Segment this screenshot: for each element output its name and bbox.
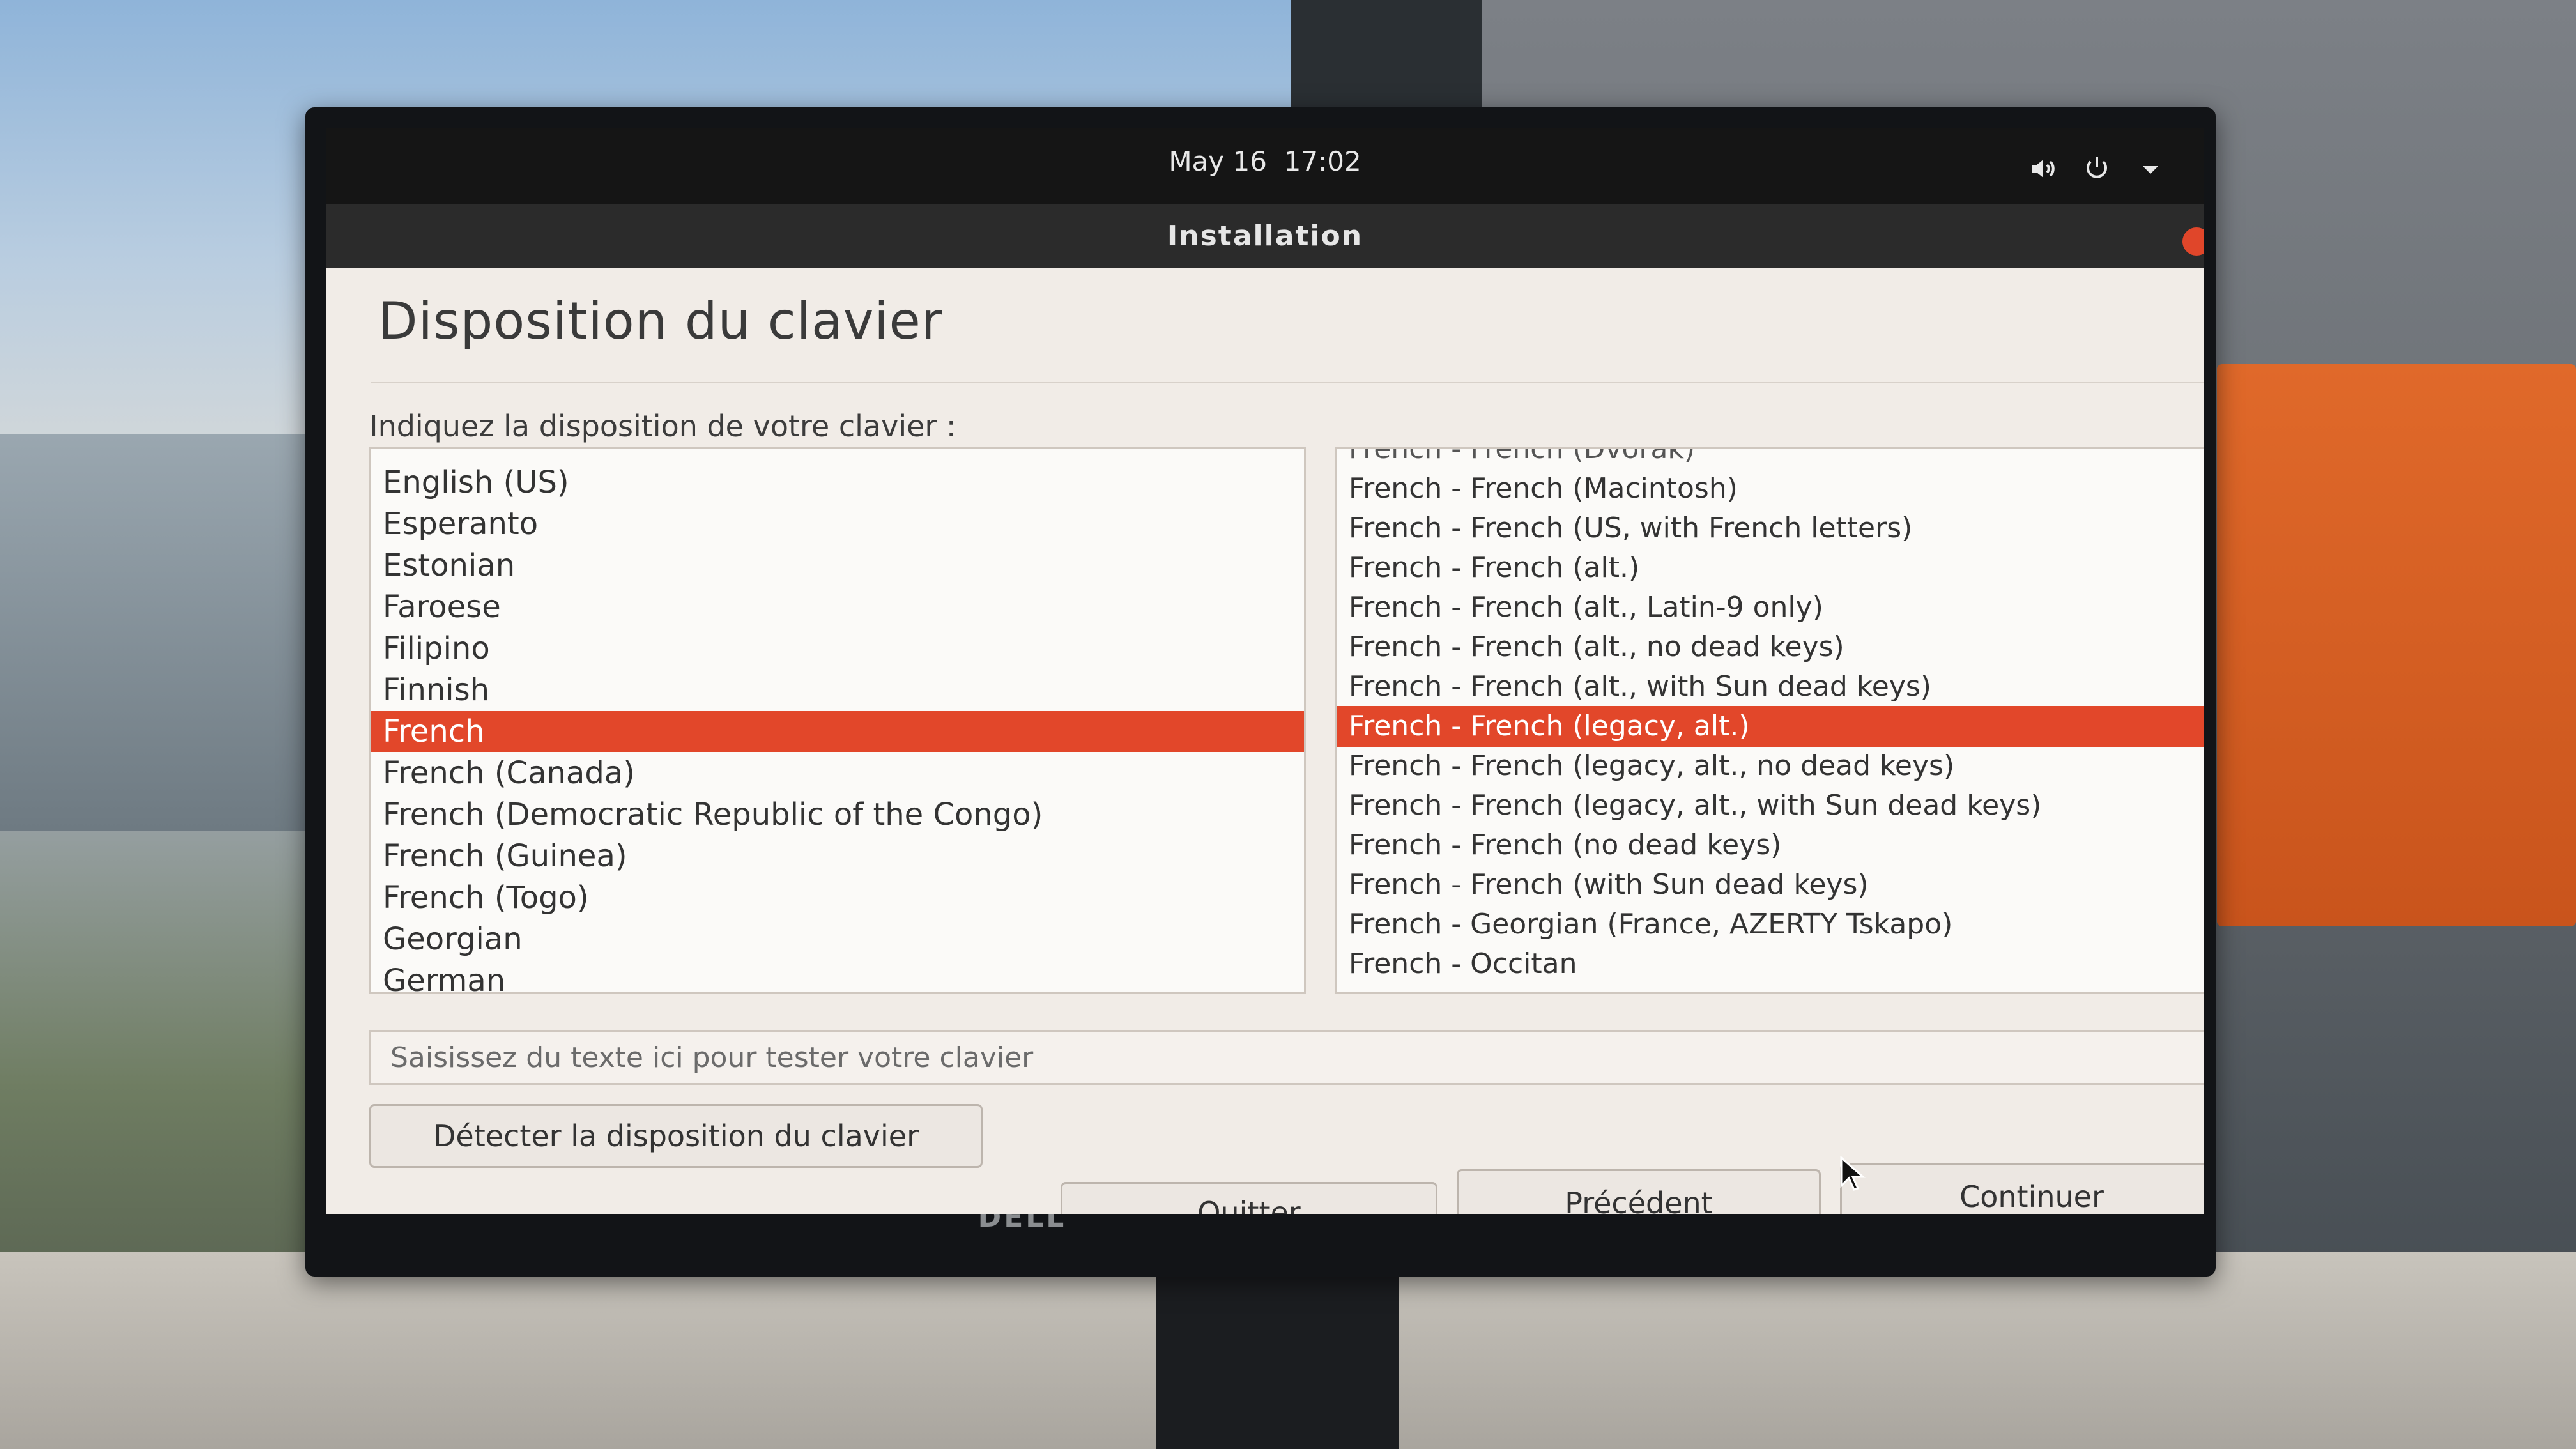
continue-button[interactable]: Continuer <box>1840 1163 2204 1214</box>
list-item[interactable]: French (Canada) <box>371 753 1304 793</box>
list-item-selected[interactable]: French <box>371 711 1304 752</box>
list-item[interactable]: French - French (alt., Latin-9 only) <box>1337 587 2204 628</box>
list-item[interactable]: French - French (Dvorak) <box>1337 449 2204 470</box>
window-titlebar: Installation <box>326 204 2204 268</box>
list-item[interactable]: Finnish <box>371 670 1304 710</box>
list-item[interactable]: French - French (alt.) <box>1337 548 2204 588</box>
mouse-cursor-icon <box>1840 1156 1866 1191</box>
list-item[interactable]: Filipino <box>371 628 1304 669</box>
clock-date: May 16 <box>1169 146 1267 177</box>
system-tray[interactable] <box>2028 153 2166 184</box>
list-item[interactable]: French - French (no dead keys) <box>1337 825 2204 866</box>
volume-icon[interactable] <box>2028 153 2058 184</box>
background-crate <box>2217 364 2576 926</box>
quit-button[interactable]: Quitter <box>1061 1182 1438 1214</box>
chevron-down-icon[interactable] <box>2135 153 2166 184</box>
list-item[interactable]: French - French (with Sun dead keys) <box>1337 864 2204 905</box>
list-item[interactable]: French - French (US, with French letters… <box>1337 508 2204 549</box>
keyboard-test-input[interactable] <box>369 1030 2204 1085</box>
list-item[interactable]: French (Democratic Republic of the Congo… <box>371 794 1304 835</box>
separator <box>371 382 2204 383</box>
power-icon[interactable] <box>2082 153 2112 184</box>
clock[interactable]: May 16 17:02 <box>326 146 2204 177</box>
list-item[interactable]: Faroese <box>371 586 1304 627</box>
screen: May 16 17:02 Installation Disposition du… <box>326 128 2204 1214</box>
previous-button[interactable]: Précédent <box>1457 1169 1821 1214</box>
list-item[interactable]: French - French (alt., with Sun dead key… <box>1337 666 2204 707</box>
list-item[interactable]: German <box>371 960 1304 992</box>
clock-time: 17:02 <box>1284 146 1361 177</box>
window-title: Installation <box>1167 220 1363 252</box>
list-item[interactable]: French - Occitan <box>1337 944 2204 985</box>
list-item[interactable]: French - French (Macintosh) <box>1337 468 2204 509</box>
list-item[interactable]: French (Togo) <box>371 877 1304 918</box>
list-item[interactable]: Estonian <box>371 545 1304 586</box>
list-item[interactable]: French - French (legacy, alt., with Sun … <box>1337 785 2204 826</box>
layout-prompt: Indiquez la disposition de votre clavier… <box>369 409 956 443</box>
keyboard-layout-list[interactable]: English (US) Esperanto Estonian Faroese Fili… <box>369 447 1306 994</box>
list-item[interactable]: French - Georgian (France, AZERTY Tskapo… <box>1337 904 2204 945</box>
list-item[interactable]: French (Guinea) <box>371 836 1304 877</box>
list-item[interactable]: French - French (legacy, alt., no dead k… <box>1337 746 2204 786</box>
list-item-selected[interactable]: French - French (legacy, alt.) <box>1337 706 2204 747</box>
list-item[interactable]: Esperanto <box>371 503 1304 544</box>
detect-layout-button[interactable]: Détecter la disposition du clavier <box>369 1104 983 1168</box>
page-title: Disposition du clavier <box>378 291 943 351</box>
list-item[interactable]: English (US) <box>371 462 1304 503</box>
keyboard-variant-list[interactable]: French - French (Dvorak) French - French … <box>1335 447 2204 994</box>
list-item[interactable]: French - French (alt., no dead keys) <box>1337 627 2204 668</box>
background-building <box>0 434 307 831</box>
list-item[interactable]: Georgian <box>371 919 1304 960</box>
top-bar: May 16 17:02 <box>326 128 2204 204</box>
installer-content: Disposition du clavier Indiquez la dispo… <box>326 268 2204 1214</box>
